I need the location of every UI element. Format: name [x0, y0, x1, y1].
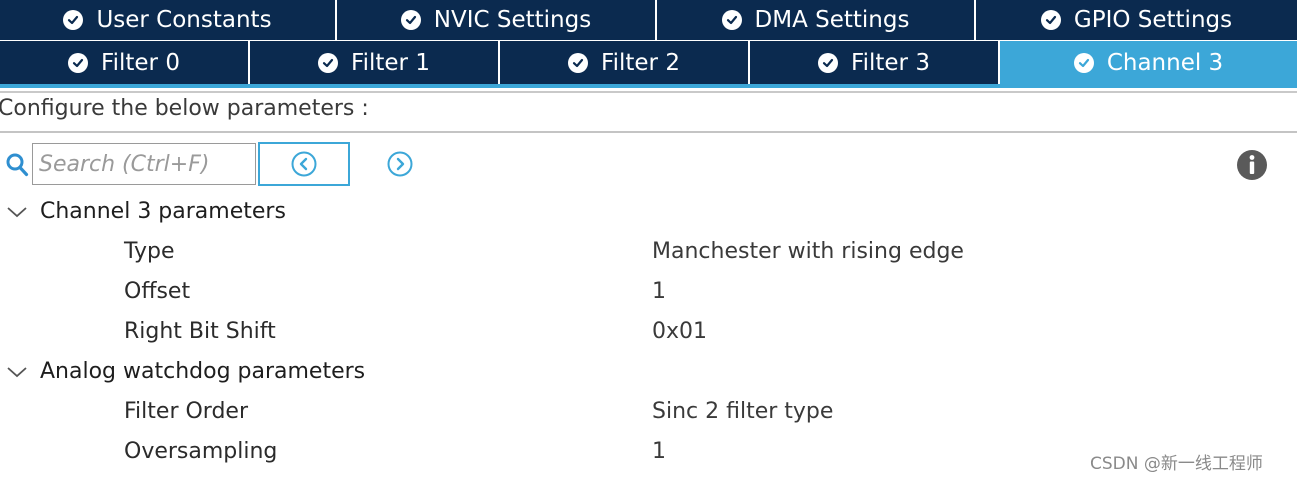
param-name: Offset [124, 279, 191, 304]
top-tab-row: User Constants NVIC Settings DMA Setting… [0, 0, 1297, 40]
check-icon [63, 10, 84, 30]
param-value[interactable]: Sinc 2 filter type [652, 399, 833, 424]
chevron-right-circle-icon [387, 151, 413, 177]
search-icon [6, 153, 29, 177]
chevron-left-circle-icon [291, 151, 317, 177]
param-value[interactable]: 1 [652, 439, 666, 464]
configure-label: Configure the below parameters : [0, 96, 369, 121]
group-analog-watchdog-parameters[interactable]: Analog watchdog parameters [0, 359, 365, 384]
check-icon [68, 52, 89, 73]
group-title: Channel 3 parameters [40, 199, 286, 224]
tab-dma-settings[interactable]: DMA Settings [657, 0, 976, 40]
divider [0, 131, 1297, 133]
param-value[interactable]: Manchester with rising edge [652, 239, 964, 264]
check-icon [568, 52, 589, 73]
param-name: Right Bit Shift [124, 319, 276, 344]
tab-label: Filter 2 [601, 49, 680, 76]
tab-label: GPIO Settings [1073, 7, 1233, 33]
second-tab-row: Filter 0 Filter 1 Filter 2 Filter 3 Chan… [0, 41, 1297, 84]
check-icon [818, 52, 839, 73]
chevron-down-icon [7, 206, 27, 217]
param-value[interactable]: 1 [652, 279, 666, 304]
chevron-down-icon [7, 366, 27, 377]
tab-filter-0[interactable]: Filter 0 [0, 41, 250, 84]
group-channel-3-parameters[interactable]: Channel 3 parameters [0, 199, 286, 224]
check-icon [318, 52, 339, 73]
active-tab-underline [0, 84, 1297, 88]
tab-gpio-settings[interactable]: GPIO Settings [976, 0, 1297, 40]
tab-filter-2[interactable]: Filter 2 [500, 41, 750, 84]
group-title: Analog watchdog parameters [40, 359, 366, 384]
check-icon [1073, 52, 1094, 73]
tab-user-constants[interactable]: User Constants [0, 0, 337, 40]
tab-label: User Constants [96, 7, 272, 33]
tab-nvic-settings[interactable]: NVIC Settings [337, 0, 657, 40]
search-previous-button[interactable] [258, 142, 350, 186]
param-name: Filter Order [124, 399, 248, 424]
tab-filter-1[interactable]: Filter 1 [250, 41, 500, 84]
tab-label: Filter 3 [851, 49, 930, 76]
check-icon [1040, 10, 1061, 30]
param-value[interactable]: 0x01 [652, 319, 707, 344]
check-icon [400, 10, 421, 30]
info-icon[interactable] [1236, 149, 1268, 181]
check-icon [721, 10, 742, 30]
param-name: Type [124, 239, 175, 264]
tab-label: Filter 0 [101, 49, 180, 76]
watermark: CSDN @新一线工程师 [1090, 454, 1263, 474]
tab-channel-3[interactable]: Channel 3 [1000, 41, 1297, 84]
tab-label: DMA Settings [754, 7, 910, 33]
tab-filter-3[interactable]: Filter 3 [750, 41, 1000, 84]
search-next-button[interactable] [354, 142, 446, 186]
divider [0, 91, 1297, 93]
tab-label: NVIC Settings [433, 7, 592, 33]
search-input[interactable] [32, 143, 256, 185]
param-name: Oversampling [124, 439, 278, 464]
tab-label: Filter 1 [351, 49, 430, 76]
tab-label: Channel 3 [1106, 49, 1224, 76]
